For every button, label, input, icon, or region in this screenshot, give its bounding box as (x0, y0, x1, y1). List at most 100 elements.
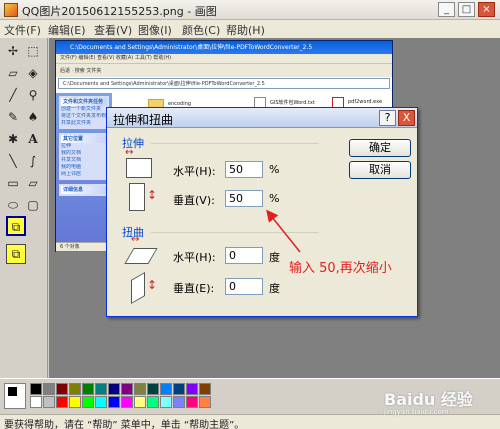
color-swatch[interactable] (186, 383, 198, 395)
color-swatch[interactable] (160, 396, 172, 408)
other-link: 网上邻居 (61, 171, 82, 177)
status-text: 要获得帮助，请在 “帮助” 菜单中，单击 “帮助主题”。 (4, 420, 245, 429)
color-swatch[interactable] (147, 396, 159, 408)
status-bar: 要获得帮助，请在 “帮助” 菜单中，单击 “帮助主题”。 (0, 414, 500, 429)
fill-bucket-icon[interactable]: ◈ (24, 64, 42, 82)
color-swatch[interactable] (199, 396, 211, 408)
other-link: 拉伸 (61, 143, 72, 149)
color-swatch[interactable] (82, 396, 94, 408)
minimize-button[interactable]: _ (438, 2, 455, 17)
menu-file[interactable]: 文件(F) (4, 22, 41, 38)
text-tool-icon[interactable]: A (24, 130, 42, 148)
color-picker-icon[interactable]: ╱ (4, 86, 22, 104)
rect-select-icon[interactable]: ⬚ (24, 42, 42, 60)
ok-button[interactable]: 确定 (349, 139, 411, 157)
title-bar: QQ图片20150612155253.png - 画图 _ □ × (0, 0, 500, 20)
color-swatch[interactable] (30, 396, 42, 408)
color-swatch[interactable] (30, 383, 42, 395)
pencil-icon[interactable]: ✎ (4, 108, 22, 126)
dialog-close-icon[interactable]: X (398, 110, 415, 126)
color-swatch[interactable] (69, 383, 81, 395)
polygon-icon[interactable]: ▱ (24, 174, 42, 192)
dialog-title: 拉伸和扭曲 (113, 113, 174, 127)
menu-edit[interactable]: 编辑(E) (48, 22, 86, 38)
other-link: 我的文档 (61, 150, 82, 156)
color-swatch[interactable] (82, 383, 94, 395)
free-select-icon[interactable]: ✢ (4, 42, 22, 60)
color-swatch[interactable] (134, 396, 146, 408)
percent-unit: % (269, 192, 280, 205)
color-swatch[interactable] (69, 396, 81, 408)
details-title: 详细信息 (61, 186, 107, 194)
curve-icon[interactable]: ∫ (24, 152, 42, 170)
skew-horizontal-icon (124, 248, 158, 264)
color-swatch[interactable] (95, 383, 107, 395)
color-swatch[interactable] (160, 383, 172, 395)
skew-horizontal-input[interactable]: 0 (225, 247, 263, 264)
dialog-title-bar: 拉伸和扭曲 ? X (107, 108, 417, 128)
toolbox: ✢ ⬚ ▱ ◈ ╱ ⚲ ✎ ♠ ✱ A ╲ ∫ ▭ ▱ ⬭ ▢ ⧉ ⧉ (0, 38, 48, 378)
skew-vertical-icon (131, 271, 145, 305)
close-button[interactable]: × (478, 2, 495, 17)
stretch-vertical-input[interactable]: 50 (225, 190, 263, 207)
color-swatch[interactable] (173, 396, 185, 408)
magnifier-icon[interactable]: ⚲ (24, 86, 42, 104)
rectangle-icon[interactable]: ▭ (4, 174, 22, 192)
explorer-menu: 文件(F) 编辑(E) 查看(V) 收藏(A) 工具(T) 帮助(H) (56, 54, 392, 63)
brush-icon[interactable]: ♠ (24, 108, 42, 126)
menu-view[interactable]: 查看(V) (94, 22, 132, 38)
color-swatch[interactable] (134, 383, 146, 395)
current-colors[interactable] (4, 383, 26, 409)
eraser-icon[interactable]: ▱ (4, 64, 22, 82)
color-swatch[interactable] (56, 396, 68, 408)
color-swatch[interactable] (108, 383, 120, 395)
color-swatch[interactable] (43, 383, 55, 395)
stretch-horizontal-input[interactable]: 50 (225, 161, 263, 178)
skew-horizontal-label: 水平(H): (173, 251, 216, 264)
horizontal-arrow-icon: ↔ (125, 147, 134, 158)
task-panel-title: 文件和文件夹任务 (61, 98, 107, 106)
cancel-button[interactable]: 取消 (349, 161, 411, 179)
skew-vertical-label: 垂直(E): (173, 282, 215, 295)
color-swatch[interactable] (121, 396, 133, 408)
color-swatch[interactable] (173, 383, 185, 395)
help-icon[interactable]: ? (379, 110, 396, 126)
color-swatch[interactable] (95, 396, 107, 408)
watermark-brand: Baidu 经验 (384, 390, 473, 409)
color-swatch[interactable] (121, 383, 133, 395)
menu-colors[interactable]: 颜色(C) (182, 22, 220, 38)
other-places-title: 其它位置 (61, 135, 107, 143)
group-divider (151, 143, 319, 144)
color-swatch[interactable] (43, 396, 55, 408)
color-swatch[interactable] (56, 383, 68, 395)
stretch-skew-dialog: 拉伸和扭曲 ? X 拉伸 ↔ 水平(H): 50 % ↕ 垂直(V): 50 %… (106, 107, 418, 317)
ellipse-icon[interactable]: ⬭ (4, 196, 22, 214)
task-link: 共享此文件夹 (61, 120, 92, 126)
horizontal-stretch-icon (126, 158, 152, 178)
stretch-vertical-label: 垂直(V): (173, 194, 215, 207)
stretch-horizontal-label: 水平(H): (173, 165, 216, 178)
menu-help[interactable]: 帮助(H) (226, 22, 265, 38)
window-title: QQ图片20150612155253.png - 画图 (22, 5, 217, 18)
color-swatch[interactable] (199, 383, 211, 395)
opaque-option-icon[interactable]: ⧉ (6, 216, 26, 236)
percent-unit: % (269, 163, 280, 176)
other-link: 我的电脑 (61, 164, 82, 170)
baidu-watermark: Baidu 经验 jingyan.baidu.com (384, 386, 473, 416)
color-swatch[interactable] (186, 396, 198, 408)
maximize-button[interactable]: □ (458, 2, 475, 17)
file-name: pdf2word.exe (348, 99, 383, 105)
color-swatch[interactable] (108, 396, 120, 408)
menu-image[interactable]: 图像(I) (138, 22, 172, 38)
line-icon[interactable]: ╲ (4, 152, 22, 170)
menu-bar: 文件(F) 编辑(E) 查看(V) 图像(I) 颜色(C) 帮助(H) (0, 20, 500, 38)
watermark-url: jingyan.baidu.com (384, 408, 449, 416)
airbrush-icon[interactable]: ✱ (4, 130, 22, 148)
explorer-toolbar: 后退 · 搜索 文件夹 (56, 63, 392, 77)
color-swatch[interactable] (147, 383, 159, 395)
explorer-side-panel: 文件和文件夹任务 创建一个新文件夹 将这个文件夹发布到 Web 共享此文件夹 其… (56, 93, 112, 252)
rounded-rect-icon[interactable]: ▢ (24, 196, 42, 214)
skew-horizontal-arrow-icon: ↔ (131, 234, 140, 245)
skew-vertical-input[interactable]: 0 (225, 278, 263, 295)
transparent-option-icon[interactable]: ⧉ (6, 244, 26, 264)
